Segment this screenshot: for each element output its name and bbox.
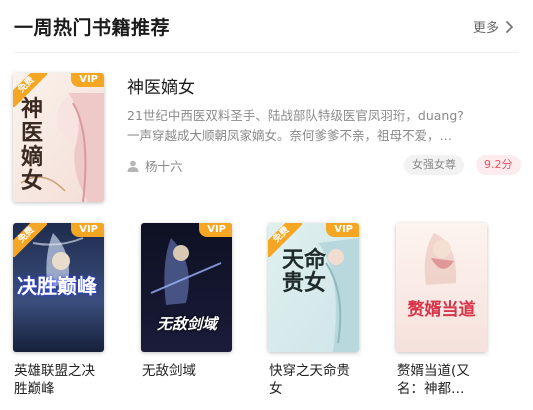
book-cover[interactable]: 决胜巅峰 免费 VIP — [13, 223, 104, 352]
free-badge: 免费 — [268, 223, 302, 257]
user-icon — [127, 160, 139, 172]
featured-book-cover[interactable]: 神医嫡女 免费 VIP — [13, 73, 104, 202]
section-header: 一周热门书籍推荐 更多 — [0, 0, 533, 52]
book-title-line: 英雄联盟之决 — [14, 363, 95, 379]
vip-badge: VIP — [326, 223, 359, 237]
book-cover-title: 赘婿当道 — [407, 300, 476, 320]
author-name: 杨十六 — [145, 159, 183, 174]
description-line-1: 21世纪中西医双料圣手、陆战部队特级医官凤羽珩，duang? — [127, 108, 464, 123]
book-title-line: 胜巅峰 — [14, 381, 55, 397]
vip-badge: VIP — [199, 223, 232, 237]
book-title-line: 女 — [269, 381, 283, 397]
section-title: 一周热门书籍推荐 — [14, 17, 171, 39]
book-cover-art — [396, 223, 487, 352]
book-title-line: 名：神都… — [397, 381, 465, 397]
author-row: 杨十六 — [127, 156, 183, 175]
featured-book-title[interactable]: 神医嫡女 — [127, 73, 195, 98]
book-cover-title: 无敌剑域 — [156, 315, 217, 333]
free-badge: 免费 — [13, 73, 47, 107]
book-cover[interactable]: 无敌剑域 VIP — [141, 223, 232, 352]
book-title[interactable]: 英雄联盟之决 胜巅峰 — [14, 362, 110, 398]
featured-cover-title: 神医嫡女 — [21, 96, 44, 194]
chevron-right-icon — [506, 20, 513, 33]
vip-badge: VIP — [71, 223, 104, 237]
book-title[interactable]: 赘婿当道(又 名：神都… — [397, 362, 493, 398]
book-title[interactable]: 快穿之天命贵 女 — [269, 362, 365, 398]
book-title[interactable]: 无敌剑域 — [142, 362, 238, 380]
vip-badge: VIP — [71, 73, 104, 87]
score-badge: 9.2分 — [476, 155, 521, 175]
book-cover[interactable]: 天命贵女 免费 VIP — [268, 223, 359, 352]
book-title-line: 赘婿当道(又 — [397, 363, 470, 379]
more-label: 更多 — [472, 21, 499, 36]
book-title-line: 快穿之天命贵 — [269, 363, 350, 379]
book-title-line: 无敌剑域 — [142, 363, 196, 379]
description-line-2: 一声穿越成大顺朝凤家嫡女。奈何爹爹不亲，祖母不爱，… — [127, 128, 453, 143]
more-button[interactable]: 更多 — [473, 17, 515, 36]
featured-book-description: 21世纪中西医双料圣手、陆战部队特级医官凤羽珩，duang? 一声穿越成大顺朝凤… — [127, 106, 513, 146]
free-badge: 免费 — [13, 223, 47, 257]
book-cover[interactable]: 赘婿当道 — [396, 223, 487, 352]
genre-tag[interactable]: 女强女尊 — [404, 155, 464, 175]
book-cover-title: 决胜巅峰 — [17, 274, 97, 298]
header-divider — [14, 52, 519, 53]
